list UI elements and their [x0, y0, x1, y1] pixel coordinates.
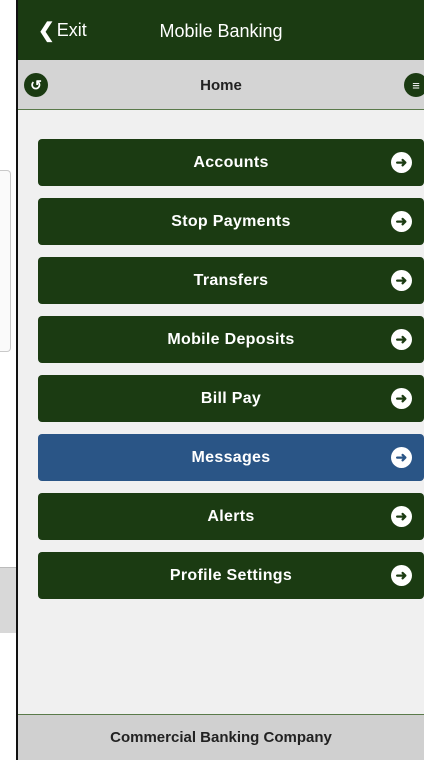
- mobile-app: ❮ Exit Mobile Banking ↺ Home ≡ Accounts …: [16, 0, 424, 760]
- main-menu: Accounts ➜ Stop Payments ➜ Transfers ➜ M…: [38, 139, 424, 611]
- menu-item-label: Profile Settings: [169, 566, 293, 584]
- menu-item-label: Transfers: [193, 271, 269, 289]
- menu-item-messages[interactable]: Messages ➜: [38, 434, 424, 481]
- menu-item-label: Messages: [191, 448, 271, 466]
- menu-item-label: Mobile Deposits: [167, 330, 295, 348]
- menu-item-stop-payments[interactable]: Stop Payments ➜: [38, 198, 424, 245]
- arrow-right-circle-icon: ➜: [391, 270, 412, 291]
- arrow-right-circle-icon: ➜: [391, 329, 412, 350]
- footer: Commercial Banking Company: [18, 714, 424, 760]
- arrow-right-circle-icon: ➜: [391, 211, 412, 232]
- menu-item-accounts[interactable]: Accounts ➜: [38, 139, 424, 186]
- menu-item-transfers[interactable]: Transfers ➜: [38, 257, 424, 304]
- menu-item-label: Accounts: [193, 153, 269, 171]
- background-app-fragment: [0, 0, 16, 760]
- page-title: Home: [200, 77, 242, 94]
- top-bar: ❮ Exit Mobile Banking: [18, 0, 424, 60]
- sub-header: ↺ Home ≡: [18, 60, 424, 110]
- menu-item-label: Stop Payments: [171, 212, 291, 230]
- menu-item-label: Bill Pay: [200, 389, 262, 407]
- arrow-right-circle-icon: ➜: [391, 506, 412, 527]
- menu-item-bill-pay[interactable]: Bill Pay ➜: [38, 375, 424, 422]
- menu-item-mobile-deposits[interactable]: Mobile Deposits ➜: [38, 316, 424, 363]
- menu-item-label: Alerts: [207, 507, 255, 525]
- arrow-right-circle-icon: ➜: [391, 388, 412, 409]
- menu-circle-icon[interactable]: ≡: [404, 73, 424, 97]
- arrow-right-circle-icon: ➜: [391, 447, 412, 468]
- arrow-right-circle-icon: ➜: [391, 152, 412, 173]
- background-card: [0, 170, 11, 352]
- menu-item-profile-settings[interactable]: Profile Settings ➜: [38, 552, 424, 599]
- arrow-right-circle-icon: ➜: [391, 565, 412, 586]
- menu-item-alerts[interactable]: Alerts ➜: [38, 493, 424, 540]
- app-title: Mobile Banking: [159, 21, 283, 41]
- background-footer: [0, 567, 16, 633]
